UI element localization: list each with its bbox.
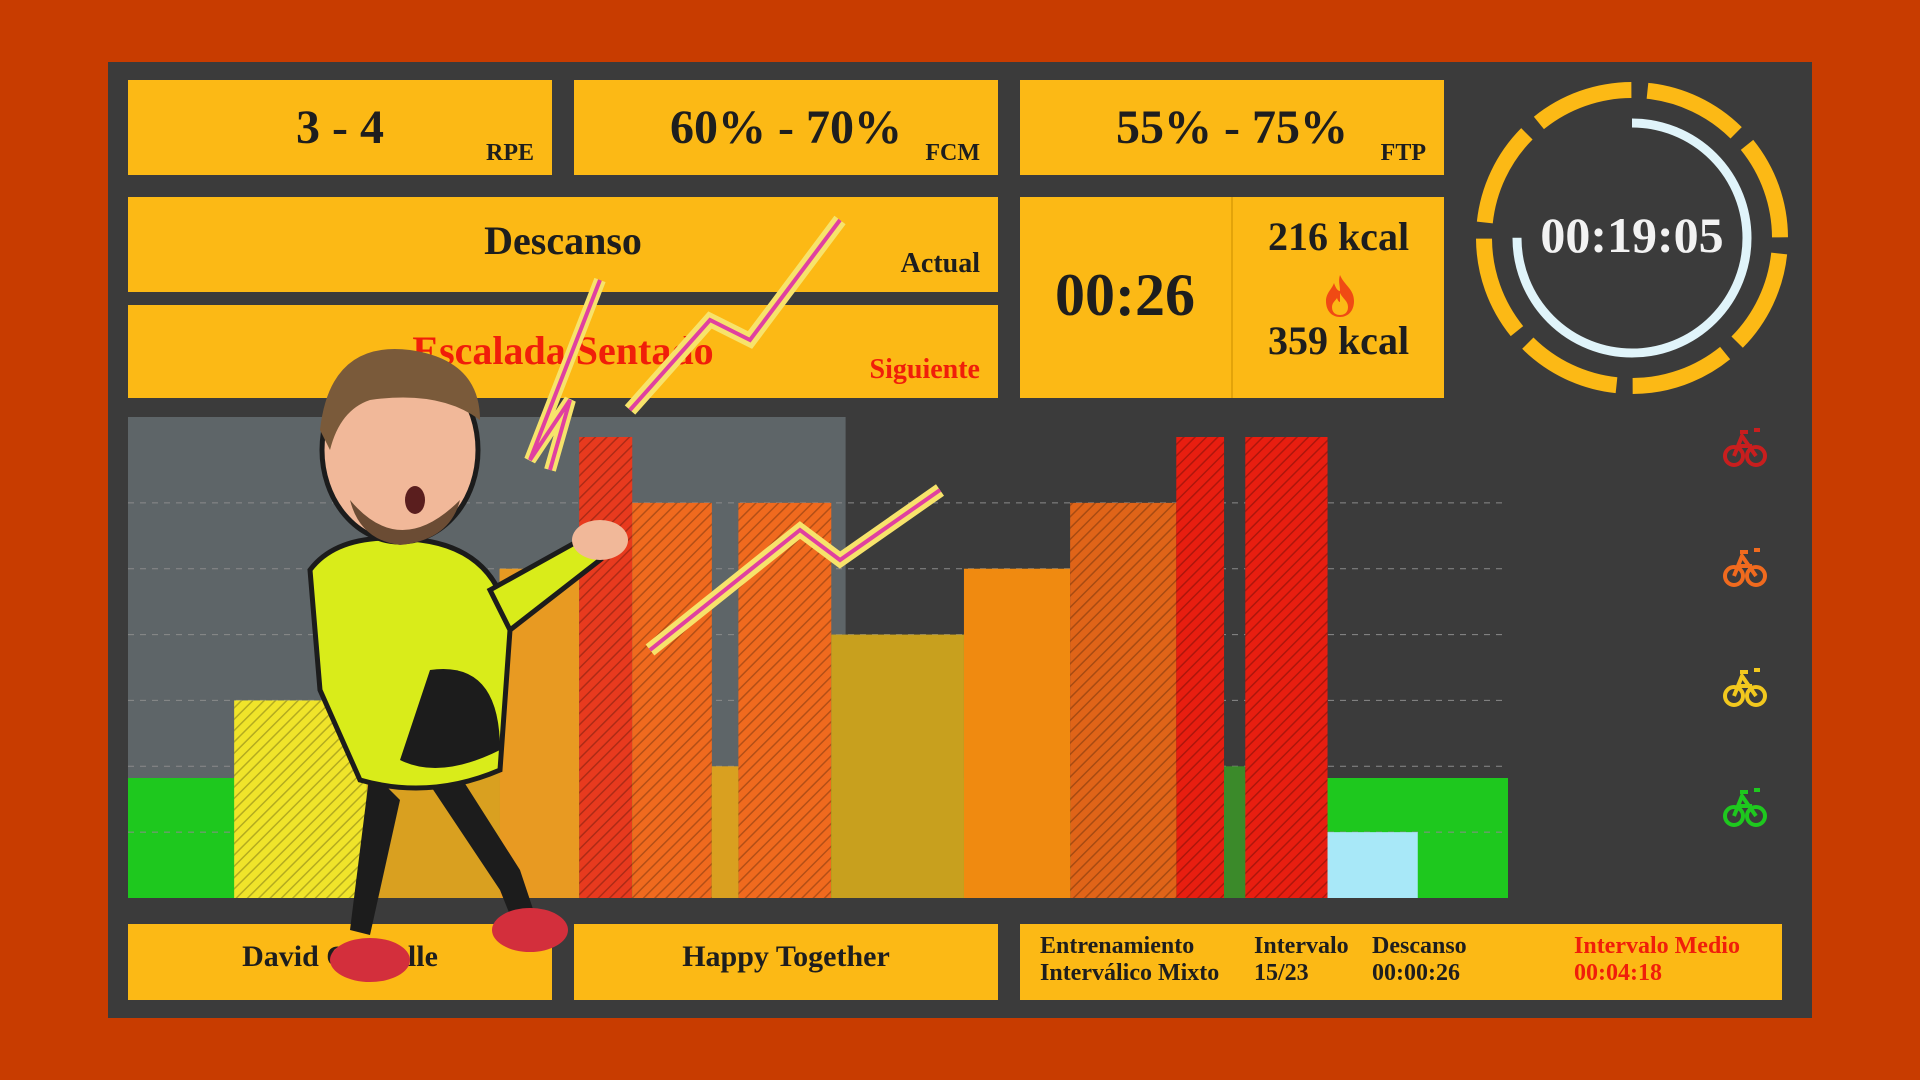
bike-icon (1720, 540, 1768, 588)
flame-icon (1320, 273, 1360, 319)
interval-value: 15/23 (1254, 960, 1309, 986)
bike-icon (1720, 780, 1768, 828)
interval-bar (711, 766, 739, 898)
workout-info-box: Entrenamiento Interválico Mixto Interval… (1020, 924, 1782, 1000)
interval-bar (1224, 766, 1246, 898)
session-timer: 00:19:05 (1540, 207, 1724, 263)
interval-bar (831, 634, 964, 898)
fcm-unit: FCM (925, 140, 980, 166)
workout-line-2: Interválico Mixto (1040, 960, 1220, 986)
rest-label: Descanso (1372, 933, 1467, 959)
calories-value-1: 216 kcal (1267, 214, 1410, 259)
ftp-box: 55% - 75% FTP (1020, 80, 1444, 175)
avg-interval-label: Intervalo Medio (1574, 933, 1740, 959)
bike-icon (1720, 420, 1768, 468)
interval-timer-box: 00:26 216 kcal 359 kcal (1020, 197, 1444, 398)
interval-bar-hatch (1070, 502, 1177, 898)
interval-bar (1327, 832, 1418, 898)
bike-icon (1720, 660, 1768, 708)
workout-line-1: Entrenamiento (1040, 933, 1195, 959)
interval-bar-hatch (1176, 437, 1225, 898)
rpe-box: 3 - 4 RPE (128, 80, 552, 175)
avg-interval-value: 00:04:18 (1574, 960, 1662, 986)
calories-value-2: 359 kcal (1267, 318, 1410, 363)
fcm-box: 60% - 70% FCM (574, 80, 998, 175)
rest-value: 00:00:26 (1372, 960, 1460, 986)
interval-timer: 00:26 (1055, 262, 1195, 328)
ftp-unit: FTP (1380, 140, 1426, 166)
interval-bar (963, 568, 1071, 898)
interval-bar-hatch (1245, 437, 1328, 898)
interval-label: Intervalo (1254, 933, 1349, 959)
lightning-decoration (524, 215, 945, 656)
rpe-unit: RPE (486, 140, 534, 166)
